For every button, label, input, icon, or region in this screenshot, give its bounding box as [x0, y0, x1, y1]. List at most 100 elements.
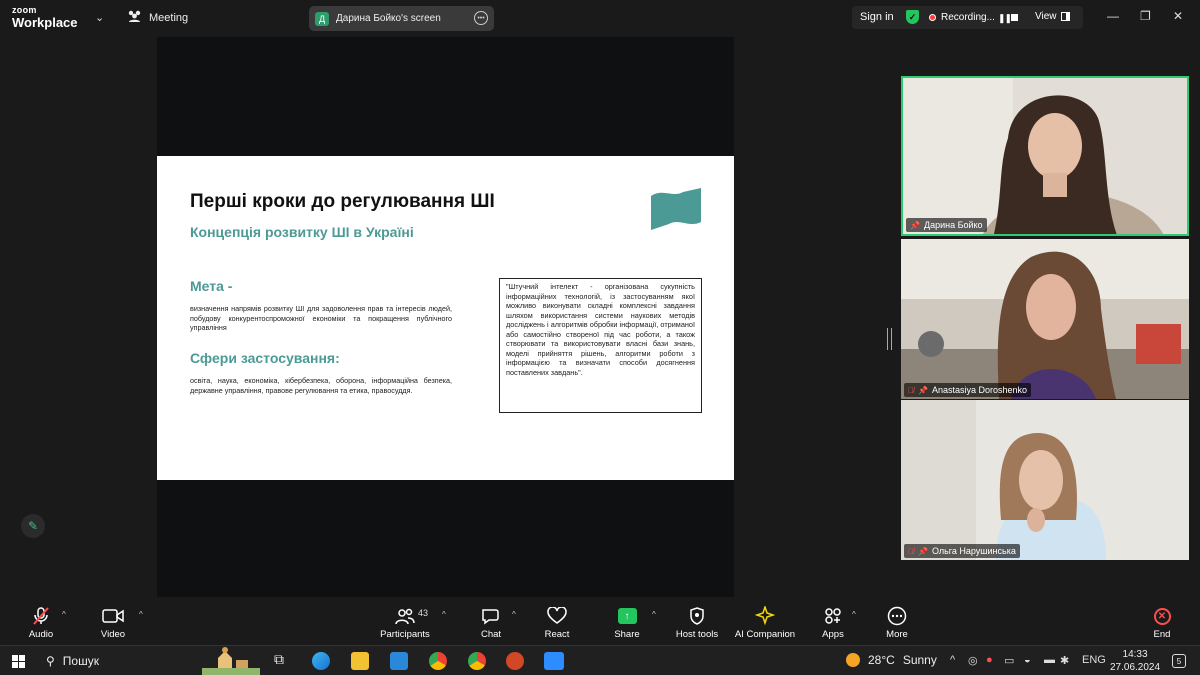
shared-screen-indicator[interactable]: Д Дарина Бойко's screen •••: [309, 6, 494, 31]
input-language[interactable]: ENG: [1082, 654, 1106, 666]
view-layout-icon[interactable]: [1061, 12, 1070, 21]
tray-app-icon[interactable]: ▭: [1004, 654, 1014, 667]
end-call-icon: ✕: [1153, 607, 1171, 625]
recording-dot-icon: [929, 14, 936, 21]
share-screen-icon: ↑: [617, 608, 637, 624]
resize-handle[interactable]: [887, 328, 892, 350]
video-options-caret-icon[interactable]: ^: [139, 610, 143, 619]
close-icon[interactable]: ✕: [1173, 9, 1183, 23]
share-caret-icon[interactable]: ^: [652, 610, 656, 619]
chrome-profile-icon[interactable]: [468, 652, 486, 670]
tray-app-icon[interactable]: ▬: [1044, 654, 1055, 666]
tray-overflow-icon[interactable]: ^: [950, 654, 955, 666]
mic-muted-icon: 🎙̸: [908, 546, 914, 556]
participant-name: Дарина Бойко: [923, 220, 983, 230]
apps-caret-icon[interactable]: ^: [852, 610, 856, 619]
mail-icon[interactable]: [390, 652, 408, 670]
participant-video: [901, 400, 1189, 560]
audio-button[interactable]: Audio: [8, 598, 74, 645]
presentation-slide: Перші кроки до регулювання ШІ Концепція …: [157, 156, 734, 480]
flag-logo-icon: [651, 188, 701, 230]
notifications-icon[interactable]: 5: [1172, 654, 1186, 668]
clock-time: 14:33: [1122, 649, 1148, 660]
stop-recording-icon[interactable]: [1011, 14, 1018, 21]
view-button[interactable]: View: [1035, 11, 1057, 22]
chrome-icon[interactable]: [429, 652, 447, 670]
end-meeting-button[interactable]: ✕ End: [1129, 598, 1195, 645]
file-explorer-icon[interactable]: [351, 652, 369, 670]
encryption-shield-icon[interactable]: ✓: [906, 10, 919, 24]
participants-caret-icon[interactable]: ^: [442, 610, 446, 619]
definition-text: "Штучний інтелект - організована сукупні…: [506, 282, 695, 377]
video-label: Video: [100, 629, 126, 640]
participant-name-tag: 🎙̸ 📌 Anastasiya Doroshenko: [904, 383, 1032, 397]
annotate-pencil-icon[interactable]: ✎: [21, 514, 45, 538]
meeting-tab[interactable]: Meeting: [127, 10, 188, 25]
mic-muted-icon: 🎙̸: [908, 385, 914, 395]
apps-button[interactable]: Apps: [800, 598, 866, 645]
host-tools-button[interactable]: Host tools: [664, 598, 730, 645]
ai-companion-button[interactable]: AI Companion: [731, 598, 799, 645]
powerpoint-icon[interactable]: [506, 652, 524, 670]
minimize-icon[interactable]: —: [1107, 9, 1119, 23]
people-icon: [127, 10, 142, 25]
tray-app-icon[interactable]: ●: [986, 654, 993, 666]
mic-muted-icon: [31, 604, 51, 628]
restore-icon[interactable]: ❐: [1140, 9, 1151, 23]
title-bar: zoom Workplace ⌄ Meeting Д Дарина Бойко'…: [0, 0, 1200, 36]
zoom-logo[interactable]: zoom Workplace: [12, 6, 78, 30]
tray-app-icon[interactable]: ◒: [1024, 654, 1031, 666]
participants-count: 43: [418, 608, 429, 618]
recording-status: Recording...: [941, 12, 995, 23]
taskbar-search-text: Пошук: [62, 654, 99, 668]
chat-caret-icon[interactable]: ^: [512, 610, 516, 619]
goal-text: визначення напрямів розвитку ШІ для задо…: [190, 304, 452, 333]
temperature: 28°C: [868, 653, 895, 667]
edge-icon[interactable]: [312, 652, 330, 670]
weather-widget[interactable]: 28°C Sunny: [846, 653, 937, 667]
windows-start-icon[interactable]: [12, 655, 25, 668]
spheres-text: освіта, наука, економіка, кібербезпека, …: [190, 376, 452, 395]
participants-button[interactable]: Participants: [372, 598, 438, 645]
search-highlight-icon[interactable]: [200, 646, 262, 675]
sparkle-icon: [755, 604, 775, 628]
heart-icon: [547, 604, 567, 628]
more-icon[interactable]: •••: [474, 11, 488, 25]
tray-app-icon[interactable]: ✱: [1060, 654, 1069, 667]
participants-label: Participants: [380, 629, 430, 640]
share-button[interactable]: ↑ Share: [594, 598, 660, 645]
video-tile[interactable]: 🎙̸ 📌 Ольга Нарушинська: [901, 400, 1189, 560]
apps-icon: [823, 604, 843, 628]
meeting-label: Meeting: [149, 11, 189, 24]
sun-icon: [846, 653, 860, 667]
end-label: End: [1153, 629, 1171, 640]
chat-icon: [481, 604, 501, 628]
video-tile-speaker[interactable]: 📌 Дарина Бойко: [901, 76, 1189, 236]
video-tile[interactable]: 🎙̸ 📌 Anastasiya Doroshenko: [901, 239, 1189, 399]
audio-label: Audio: [28, 629, 54, 640]
participant-name: Ольга Нарушинська: [931, 546, 1016, 556]
react-button[interactable]: React: [524, 598, 590, 645]
video-button[interactable]: Video: [80, 598, 146, 645]
audio-options-caret-icon[interactable]: ^: [62, 610, 66, 619]
sign-in-button[interactable]: Sign in: [860, 11, 894, 23]
chat-button[interactable]: Chat: [458, 598, 524, 645]
participant-name-tag: 🎙̸ 📌 Ольга Нарушинська: [904, 544, 1020, 558]
system-clock[interactable]: 14:33 27.06.2024: [1110, 648, 1160, 674]
chat-label: Chat: [480, 629, 502, 640]
pause-recording-icon[interactable]: ❚❚: [998, 13, 1012, 24]
zoom-window: zoom Workplace ⌄ Meeting Д Дарина Бойко'…: [0, 0, 1200, 675]
more-button[interactable]: More: [864, 598, 930, 645]
slide-subtitle: Концепція розвитку ШІ в Україні: [190, 224, 414, 240]
chevron-down-icon[interactable]: ⌄: [95, 11, 104, 24]
copilot-icon[interactable]: ◎: [968, 654, 978, 667]
meeting-toolbar: Audio ^ Video ^ Participants 43 ^ Chat ^: [0, 598, 1200, 645]
task-view-icon[interactable]: ⧉: [274, 651, 292, 669]
host-tools-label: Host tools: [675, 629, 719, 640]
windows-taskbar: ⚲ Пошук ⧉ 28°C Sunny ^ ◎ ● ▭ ◒ ▬ ✱ ENG 1…: [0, 645, 1200, 675]
host-shield-icon: [689, 604, 705, 628]
zoom-taskbar-icon[interactable]: [544, 652, 564, 670]
clock-date: 27.06.2024: [1110, 662, 1161, 673]
definition-box: "Штучний інтелект - організована сукупні…: [499, 278, 702, 413]
participant-name-tag: 📌 Дарина Бойко: [906, 218, 987, 232]
